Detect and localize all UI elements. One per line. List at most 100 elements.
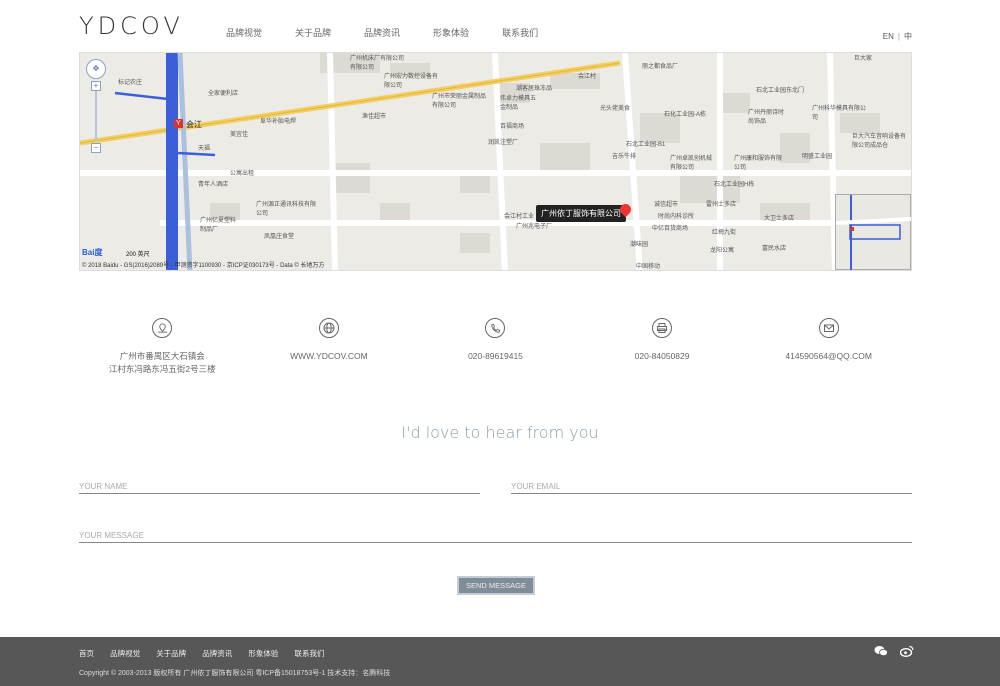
map-poi: 广州卓凯创机械有限公司 [670, 156, 713, 171]
zoom-in-button[interactable]: + [91, 81, 101, 91]
send-message-button[interactable]: SEND MESSAGE [457, 576, 535, 595]
map-poi: 巨大家 [854, 56, 873, 62]
map-poi: 全家便利店 [208, 91, 239, 97]
contact-fax: 020-84050829 [579, 318, 746, 376]
map-poi: 凤凰庄食堂 [264, 234, 295, 240]
map-poi: 石北工业园东北门 [756, 88, 805, 94]
map-poi: 广州兆电子厂 [516, 224, 553, 230]
weibo-icon[interactable] [899, 645, 914, 660]
fax-icon [652, 318, 673, 338]
map-poi: 广州机床厂有限公司有限公司 [350, 56, 405, 71]
map-poi: 巨大汽车音响设备有限公司成品仓 [852, 134, 907, 149]
map-poi: 润凯注塑厂 [488, 140, 519, 146]
site-logo[interactable]: YDCOV [79, 12, 184, 40]
email-icon [818, 318, 839, 338]
phone-icon [485, 318, 506, 338]
form-title: I'd love to hear from you [401, 423, 599, 442]
map-poi: 石北工业园H栋 [714, 182, 755, 188]
map-poi: 广州康和服饰有限公司 [734, 156, 783, 171]
map-poi: 阜华补胎电焊 [260, 119, 297, 125]
map-poi: 明盛工业园 [802, 154, 833, 160]
nav-item-contact[interactable]: 联系我们 [502, 26, 538, 39]
map-poi: 渔佳超市 [362, 114, 387, 120]
name-input[interactable] [79, 480, 480, 494]
footer-link-home[interactable]: 首页 [79, 649, 94, 658]
map-poi: 公寓出租 [230, 171, 255, 177]
website-link[interactable]: WWW.YDCOV.COM [246, 350, 413, 363]
map-poi: 广州宏力数控设备有限公司 [384, 74, 439, 89]
map-poi: 石化工业园-A栋 [664, 112, 707, 118]
nav-item-news[interactable]: 品牌资讯 [364, 26, 400, 39]
map-poi: 中亿百货商场 [652, 226, 689, 232]
contact-website: WWW.YDCOV.COM [246, 318, 413, 376]
map-poi: 雷州士多店 [706, 202, 737, 208]
lang-zh-link[interactable]: 中 [904, 32, 912, 41]
map-poi: 青年人酒店 [198, 182, 229, 188]
map-poi: 诚信超市 [654, 202, 679, 208]
zoom-out-button[interactable]: − [91, 143, 101, 153]
social-icons [874, 645, 914, 660]
map-copyright: © 2018 Baidu - GS(2016)2089号 - 甲测资字11009… [82, 263, 325, 269]
map-poi: 伟卓力模具五金制品 [500, 96, 537, 111]
map-poi: 天福 [198, 146, 211, 152]
map-poi: 石北工业园-B1 [626, 142, 666, 148]
map-poi: 会江村 [578, 74, 597, 80]
contact-info: 广州市番禺区大石镇会 江村东冯路东冯五街2号三楼 WWW.YDCOV.COM 0… [79, 318, 912, 376]
map-scale: 200 英尺 [126, 252, 150, 258]
map-poi: 广州亿夏塑料制品厂 [200, 218, 237, 233]
map-poi: 中国移动 [636, 264, 661, 270]
map-poi: 美宜佳 [230, 132, 249, 138]
map-station-label: 会江 [186, 120, 202, 129]
location-icon [152, 318, 173, 338]
map-poi: 广州源正通讯科技有限公司 [256, 202, 317, 217]
contact-address: 广州市番禺区大石镇会 江村东冯路东冯五街2号三楼 [79, 318, 246, 376]
email-address[interactable]: 414590564@QQ.COM [745, 350, 912, 363]
main-nav: 品牌视觉 关于品牌 品牌资讯 形象体验 联系我们 [226, 26, 571, 39]
nav-item-brand-visual[interactable]: 品牌视觉 [226, 26, 262, 39]
footer-link-brand-visual[interactable]: 品牌视觉 [110, 649, 140, 658]
map-poi: 大卫士多店 [764, 216, 795, 222]
footer-nav: 首页 品牌视觉 关于品牌 品牌资讯 形象体验 联系我们 [79, 648, 338, 659]
zoom-slider[interactable] [95, 91, 97, 141]
location-map[interactable]: Y 会江 标记农庄 全家便利店 阜华补胎电焊 美宜佳 天福 公寓出租 青年人酒店… [79, 52, 912, 271]
phone-number[interactable]: 020-89619415 [412, 350, 579, 363]
map-poi: 时尚内科诊所 [658, 214, 695, 220]
footer-link-about[interactable]: 关于品牌 [156, 649, 186, 658]
email-input[interactable] [511, 480, 912, 494]
map-poi: 丽之都食品厂 [642, 64, 679, 70]
nav-item-experience[interactable]: 形象体验 [433, 26, 469, 39]
map-poi: 会江村工业 [504, 214, 535, 220]
map-marker-label[interactable]: 广州依丁服饰有限公司 [536, 205, 626, 222]
footer-link-news[interactable]: 品牌资讯 [202, 649, 232, 658]
contact-phone: 020-89619415 [412, 318, 579, 376]
map-poi: 广州科华模具有限公司 [812, 106, 867, 121]
footer-link-experience[interactable]: 形象体验 [248, 649, 278, 658]
nav-item-about[interactable]: 关于品牌 [295, 26, 331, 39]
map-poi: 红梅九街 [712, 230, 737, 236]
lang-separator: | [897, 32, 900, 41]
address-line-1: 广州市番禺区大石镇会 [119, 351, 205, 361]
wechat-icon[interactable] [874, 645, 888, 660]
map-poi: 广州丹丽诗时尚饰品 [748, 110, 785, 125]
map-poi: 广州市荣丽金属制品有限公司 [432, 94, 487, 109]
map-poi: 百福商场 [500, 124, 525, 130]
message-input[interactable] [79, 529, 912, 543]
overview-mini-map[interactable] [835, 194, 911, 270]
map-poi: 潮味园 [630, 242, 649, 248]
language-switcher: EN | 中 [883, 31, 912, 42]
map-poi: 富民水店 [762, 246, 787, 252]
map-pan-icon[interactable]: ✥ [86, 59, 106, 79]
site-header: YDCOV 品牌视觉 关于品牌 品牌资讯 形象体验 联系我们 EN | 中 [0, 0, 1000, 52]
map-poi: 吉乐牛排 [612, 154, 637, 160]
globe-icon [318, 318, 339, 338]
map-poi: 龙阳公寓 [710, 248, 735, 254]
map-zoom-controls: ✥ + − [86, 59, 106, 153]
baidu-logo: Bai度 [82, 248, 103, 257]
fax-number: 020-84050829 [634, 351, 690, 361]
site-footer: 首页 品牌视觉 关于品牌 品牌资讯 形象体验 联系我们 Copyright © … [0, 637, 1000, 686]
mini-map-graphic [836, 195, 911, 270]
map-poi: 光头佬美食 [600, 106, 631, 112]
map-poi: 标记农庄 [118, 80, 143, 86]
footer-link-contact[interactable]: 联系我们 [294, 649, 324, 658]
lang-en-link[interactable]: EN [883, 32, 894, 41]
